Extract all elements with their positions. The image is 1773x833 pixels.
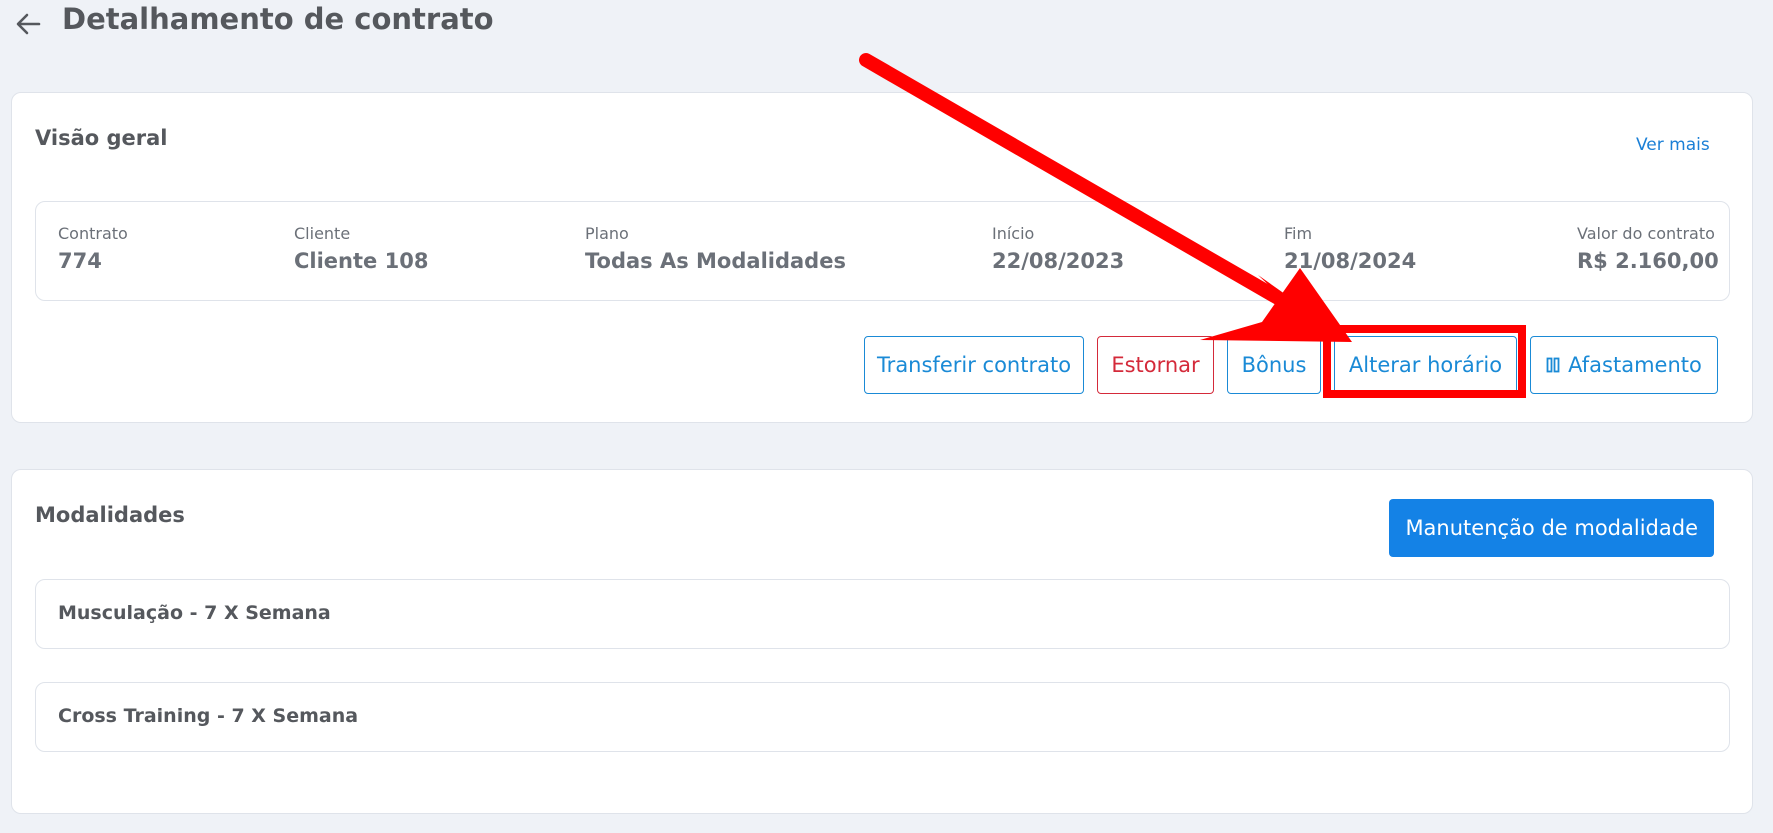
end-date-value: 21/08/2024 — [1284, 249, 1417, 273]
modalities-title: Modalidades — [35, 503, 185, 527]
overview-title: Visão geral — [35, 126, 168, 150]
page-header: Detalhamento de contrato — [0, 0, 1773, 44]
client-label: Cliente — [294, 224, 351, 243]
bonus-button[interactable]: Bônus — [1227, 336, 1321, 394]
overview-card: Visão geral Ver mais Contrato 774 Client… — [11, 92, 1753, 423]
contract-amount-label: Valor do contrato — [1577, 224, 1715, 243]
change-schedule-button[interactable]: Alterar horário — [1334, 336, 1517, 394]
contract-value: 774 — [58, 249, 102, 273]
see-more-link[interactable]: Ver mais — [1636, 135, 1710, 155]
start-date-value: 22/08/2023 — [992, 249, 1125, 273]
end-date-field: Fim 21/08/2024 — [1284, 224, 1416, 273]
contract-info-box: Contrato 774 Cliente Cliente 108 Plano T… — [35, 201, 1730, 301]
contract-label: Contrato — [58, 224, 128, 243]
back-arrow-icon[interactable] — [13, 8, 45, 40]
leave-button-label: Afastamento — [1568, 353, 1702, 377]
list-item[interactable]: Musculação - 7 X Semana — [35, 579, 1730, 649]
leave-button[interactable]: Afastamento — [1530, 336, 1718, 394]
end-date-label: Fim — [1284, 224, 1313, 243]
start-date-field: Início 22/08/2023 — [992, 224, 1124, 273]
plan-label: Plano — [585, 224, 629, 243]
contract-field: Contrato 774 — [58, 224, 128, 273]
list-item[interactable]: Cross Training - 7 X Semana — [35, 682, 1730, 752]
reverse-button[interactable]: Estornar — [1097, 336, 1214, 394]
contract-amount-value: R$ 2.160,00 — [1577, 249, 1719, 273]
plan-field: Plano Todas As Modalidades — [585, 224, 846, 273]
modality-maintenance-button[interactable]: Manutenção de modalidade — [1389, 499, 1714, 557]
client-field: Cliente Cliente 108 — [294, 224, 428, 273]
pause-icon — [1546, 357, 1560, 373]
modality-label: Musculação - 7 X Semana — [58, 602, 331, 624]
plan-value: Todas As Modalidades — [585, 249, 846, 273]
page-title: Detalhamento de contrato — [62, 2, 494, 36]
modalities-card: Modalidades Manutenção de modalidade Mus… — [11, 469, 1753, 814]
contract-value-field: Valor do contrato R$ 2.160,00 — [1577, 224, 1719, 273]
start-date-label: Início — [992, 224, 1035, 243]
transfer-contract-button[interactable]: Transferir contrato — [864, 336, 1084, 394]
client-value: Cliente 108 — [294, 249, 429, 273]
modality-label: Cross Training - 7 X Semana — [58, 705, 359, 727]
